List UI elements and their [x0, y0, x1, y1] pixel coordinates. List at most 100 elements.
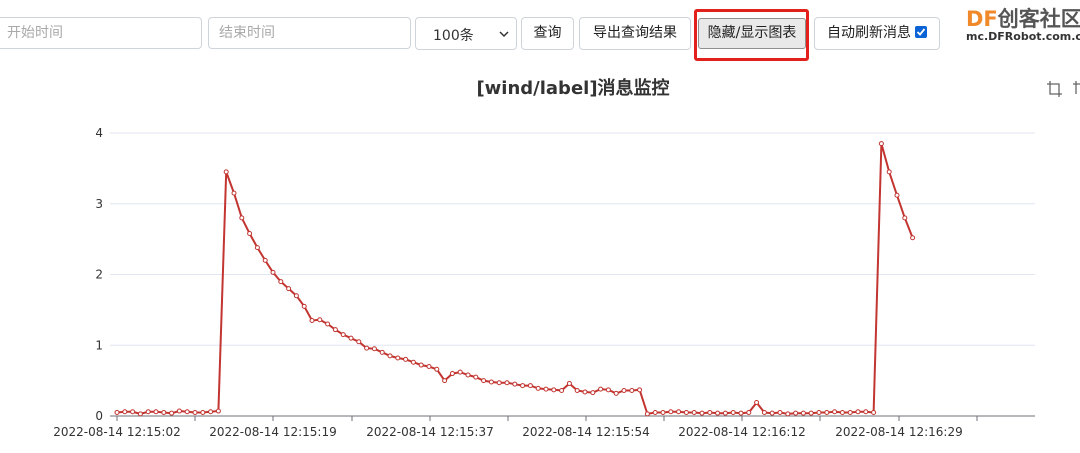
data-point [722, 410, 728, 416]
data-point [863, 409, 869, 415]
data-point [200, 409, 206, 415]
data-point [176, 408, 182, 414]
data-point [808, 410, 814, 416]
data-point [403, 356, 409, 362]
data-point [543, 386, 549, 392]
data-point [566, 380, 572, 386]
data-point [223, 169, 229, 175]
data-point [325, 321, 331, 327]
data-point [442, 378, 448, 384]
data-point [153, 409, 159, 415]
data-point [730, 409, 736, 415]
data-point [371, 346, 377, 352]
x-tick-label: 2022-08-14 12:15:19 [209, 425, 336, 439]
data-point [184, 409, 190, 415]
data-point [239, 215, 245, 221]
data-point [621, 388, 627, 394]
data-point [114, 409, 120, 415]
data-point [754, 400, 760, 406]
data-point [465, 372, 471, 378]
data-point [855, 409, 861, 415]
data-point [629, 388, 635, 394]
data-point [169, 410, 175, 416]
data-point [137, 411, 143, 417]
data-point [699, 410, 705, 416]
data-point [676, 409, 682, 415]
data-point [715, 410, 721, 416]
data-point [278, 279, 284, 285]
data-point [551, 387, 557, 393]
data-point [481, 378, 487, 384]
y-tick-label: 3 [95, 197, 103, 211]
data-point [262, 257, 268, 263]
data-point [683, 409, 689, 415]
data-point [652, 409, 658, 415]
data-point [254, 245, 260, 251]
x-tick-label: 2022-08-14 12:15:37 [366, 425, 493, 439]
data-point [130, 409, 136, 415]
data-point [793, 410, 799, 416]
data-point [894, 192, 900, 198]
data-point [473, 374, 479, 380]
data-point [800, 410, 806, 416]
data-point [231, 190, 237, 196]
data-point [426, 363, 432, 369]
data-point [395, 355, 401, 361]
data-point [457, 369, 463, 375]
data-point [348, 335, 354, 341]
data-point [122, 409, 128, 415]
y-tick-label: 4 [95, 126, 103, 140]
data-point [309, 317, 315, 323]
data-point [746, 409, 752, 415]
series-line [116, 143, 914, 416]
data-point [535, 385, 541, 391]
data-point [364, 345, 370, 351]
data-point [504, 380, 510, 386]
data-point [886, 169, 892, 175]
data-point [613, 390, 619, 396]
data-point [761, 409, 767, 415]
data-point [270, 269, 276, 275]
data-point [356, 339, 362, 345]
data-point [605, 387, 611, 393]
data-point [145, 409, 151, 415]
data-point [559, 388, 565, 394]
data-point [582, 389, 588, 395]
x-tick-label: 2022-08-14 12:16:29 [835, 425, 962, 439]
data-point [286, 286, 292, 292]
data-point [434, 366, 440, 372]
line-chart: 0 1 2 3 4 2022-08-14 12:15:02 2022-08-14 12:15… [53, 126, 1035, 439]
data-point [512, 381, 518, 387]
data-point [496, 380, 502, 386]
data-point [691, 409, 697, 415]
data-point [769, 410, 775, 416]
y-tick-label: 0 [95, 409, 103, 423]
data-point [449, 371, 455, 377]
data-point [816, 409, 822, 415]
data-point [824, 409, 830, 415]
data-point [738, 410, 744, 416]
data-point [910, 235, 916, 241]
data-point [668, 409, 674, 415]
data-point [332, 327, 338, 333]
data-point [832, 409, 838, 415]
data-point [871, 409, 877, 415]
data-point [520, 383, 526, 389]
data-point [637, 387, 643, 393]
data-point [902, 215, 908, 221]
data-point [301, 303, 307, 309]
data-point [598, 386, 604, 392]
data-point [161, 409, 167, 415]
data-point [247, 230, 253, 236]
x-tick-label: 2022-08-14 12:15:54 [522, 425, 649, 439]
data-point [878, 141, 884, 147]
y-tick-label: 2 [95, 268, 103, 282]
data-point [707, 409, 713, 415]
data-point [839, 409, 845, 415]
x-tick-label: 2022-08-14 12:16:12 [678, 425, 805, 439]
data-point [590, 390, 596, 396]
data-point [192, 409, 198, 415]
data-point [644, 411, 650, 417]
data-point [660, 409, 666, 415]
data-point [574, 388, 580, 394]
